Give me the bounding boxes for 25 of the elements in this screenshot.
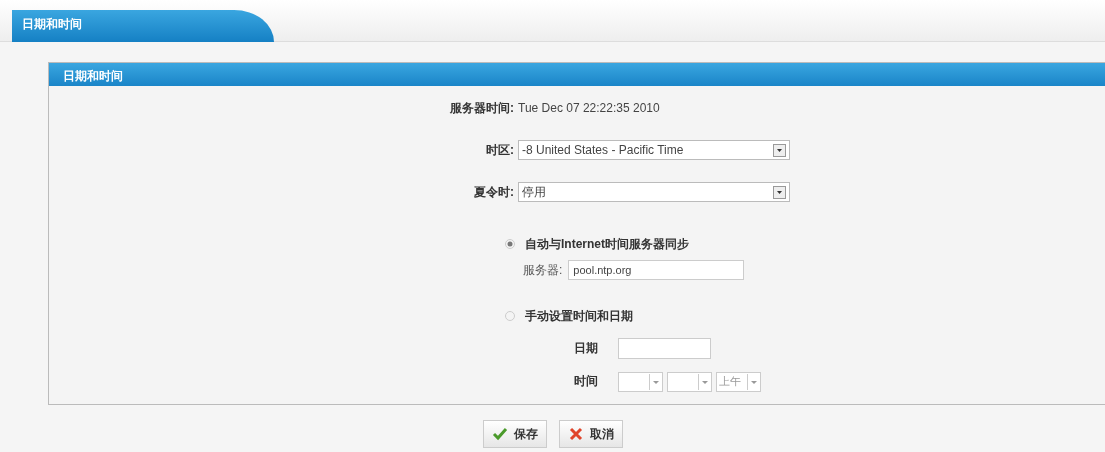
dropdown-arrow-icon: [649, 373, 662, 390]
dst-dropdown[interactable]: 停用: [518, 182, 790, 202]
field-label: 时间: [574, 373, 599, 390]
date-input[interactable]: [618, 338, 711, 359]
radio-label: 自动与Internet时间服务器同步: [525, 235, 689, 253]
radio-button[interactable]: [505, 239, 515, 249]
hour-dropdown[interactable]: [618, 371, 663, 392]
dropdown-arrow-icon: [698, 373, 711, 390]
field-label: 服务器时间:: [449, 99, 515, 117]
field-label: 时区:: [485, 141, 515, 159]
cancel-button[interactable]: 取消: [558, 420, 623, 448]
dropdown-arrow-icon: [747, 373, 760, 390]
checkmark-icon: [491, 427, 508, 441]
timezone-dropdown[interactable]: -8 United States - Pacific Time: [518, 140, 790, 160]
radio-label: 手动设置时间和日期: [525, 307, 633, 325]
minute-dropdown[interactable]: [667, 371, 712, 392]
cross-icon: [567, 427, 584, 441]
field-label: 夏令时:: [473, 183, 515, 201]
panel-title: 日期和时间: [49, 63, 1105, 86]
server-input[interactable]: pool.ntp.org: [568, 260, 745, 280]
radio-button[interactable]: [505, 311, 515, 321]
field-label: 日期: [574, 340, 599, 357]
field-label: 服务器:: [523, 261, 563, 279]
save-button[interactable]: 保存: [482, 420, 547, 448]
server-time-value: Tue Dec 07 22:22:35 2010: [518, 101, 660, 115]
